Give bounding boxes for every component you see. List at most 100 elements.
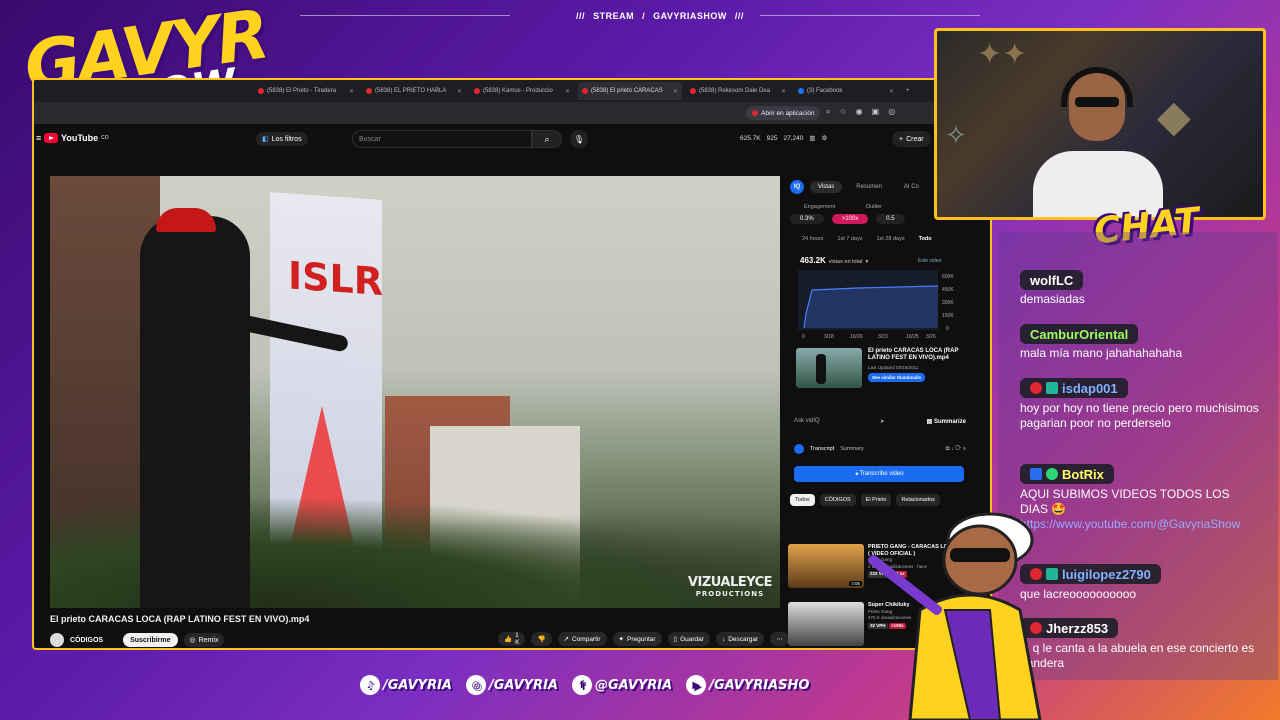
channel-name[interactable]: CÓDIGOS <box>70 637 103 644</box>
search-button[interactable]: ⌕ <box>532 130 562 148</box>
chart-icon[interactable]: ▥ <box>809 134 815 142</box>
social-instagram[interactable]: ◎/GAVYRIA <box>465 672 558 698</box>
channel-row: CÓDIGOS Suscribirme ◎ Remix 👍 1 K 👎 ↗ Compa… <box>50 632 789 648</box>
facebook-icon: f <box>571 675 592 695</box>
browser-tab[interactable]: (5838) El Prieto - Tiradera ✕ <box>254 82 358 100</box>
new-tab-button[interactable]: + <box>902 82 916 100</box>
search-input[interactable]: Buscar <box>352 130 532 148</box>
download-button[interactable]: ↓ Descargar <box>715 632 765 646</box>
youtube-favicon-icon <box>582 88 588 94</box>
share-icon: ↗ <box>563 636 569 643</box>
outlier-label: Outlier <box>865 204 882 210</box>
create-button[interactable]: + Crear <box>892 131 931 147</box>
thumbnail-card: El prieto CARACAS LOCA (RAP LATINO FEST … <box>796 348 966 392</box>
share-button[interactable]: ↗ Compartir <box>557 632 607 646</box>
y-tick: 450K <box>942 287 954 293</box>
tab-vistas[interactable]: Vistas <box>810 181 843 193</box>
settings-icon[interactable]: ⚙ <box>822 134 828 142</box>
chip-all[interactable]: Todos <box>790 494 815 506</box>
youtube-logo[interactable]: YouTube CO <box>44 133 109 143</box>
graffiti-wall: ✦✦ <box>977 37 1028 72</box>
y-tick: 150K <box>942 313 954 319</box>
chat-text: demasiadas <box>1020 292 1085 306</box>
transcript-tabs: Transcript Summary ⧉ ↓ ⟳ ≡ <box>794 442 966 456</box>
dislike-button[interactable]: 👎 <box>531 632 552 646</box>
thumbs-down-icon: 👎 <box>537 636 546 643</box>
save-button[interactable]: ▯ Guardar <box>667 632 710 646</box>
youtube-favicon-icon <box>258 88 264 94</box>
chat-message: isdap001 hoy por hoy no tiene precio per… <box>1020 378 1260 431</box>
x-tick: 3/23 <box>878 334 888 340</box>
browser-tab[interactable]: (3) Facebook ✕ <box>794 82 898 100</box>
tab-transcript[interactable]: Transcript <box>810 446 834 452</box>
browser-tab[interactable]: (5838) Rekesom Dale Dea ✕ <box>686 82 790 100</box>
extension-icon[interactable]: ◉ <box>856 107 863 117</box>
period-option-active[interactable]: Todo <box>919 236 932 242</box>
video-watermark: VIZUALEYCE PRODUCTIONS <box>687 575 773 598</box>
tab-ai-coach[interactable]: AI Co <box>896 181 927 193</box>
like-button[interactable]: 👍 1 K <box>498 632 526 646</box>
filters-button[interactable]: ◧ Los filtros <box>256 132 308 146</box>
transcribe-video-button[interactable]: ✦ Transcribe video <box>794 466 964 482</box>
social-youtube[interactable]: ▶/GAVYRIASHO <box>686 672 809 698</box>
open-in-app-button[interactable]: Abrir en aplicación <box>746 106 821 120</box>
bookmark-star-icon[interactable]: ☆ <box>839 107 846 117</box>
similar-thumbnails-button[interactable]: See similar thumbnails <box>868 373 926 382</box>
chat-message: CamburOriental mala mía mano jahahahahah… <box>1020 324 1260 361</box>
close-tab-icon[interactable]: ✕ <box>781 88 786 95</box>
x-tick: 3/26 <box>926 334 936 340</box>
extension-icon[interactable]: ▣ <box>872 107 880 117</box>
extra-value: 0.5 <box>876 214 905 224</box>
video-title: El prieto CARACAS LOCA (RAP LATINO FEST … <box>50 614 310 624</box>
youtube-favicon-icon <box>690 88 696 94</box>
close-tab-icon[interactable]: ✕ <box>673 88 678 95</box>
browser-tab[interactable]: (5838) Kamus - Produccio ✕ <box>470 82 574 100</box>
y-tick: 0 <box>946 326 949 332</box>
menu-icon[interactable]: ≡ <box>36 133 41 143</box>
period-option[interactable]: 1st 7 days <box>837 236 862 242</box>
views-total: 463.2K vistas en total ▾ <box>800 256 869 265</box>
views-area <box>804 286 938 328</box>
card-updated: Last Updated 03/16/2011 <box>868 365 919 370</box>
video-actions: 👍 1 K 👎 ↗ Compartir ✦ Preguntar ▯ Guardar ↓ D… <box>498 632 789 646</box>
period-option[interactable]: 1st 28 days <box>876 236 904 242</box>
close-tab-icon[interactable]: ✕ <box>889 88 894 95</box>
tab-resumen[interactable]: Resumen <box>848 181 890 193</box>
video-thumbnail[interactable] <box>796 348 862 388</box>
ask-button[interactable]: ✦ Preguntar <box>612 632 662 646</box>
ask-vidiq-input[interactable]: Ask vidIQ ➤ ▤ Summarize <box>794 414 966 428</box>
social-tiktok[interactable]: ♪/GAVYRIA <box>360 672 452 698</box>
bot-badge-icon <box>1030 468 1042 480</box>
browser-tab[interactable]: (5838) EL PRIETO HABLA ✕ <box>362 82 466 100</box>
channel-avatar[interactable] <box>50 633 64 647</box>
more-button[interactable]: ⋯ <box>770 632 789 646</box>
close-tab-icon[interactable]: ✕ <box>565 88 570 95</box>
period-option[interactable]: 24 hours <box>802 236 823 242</box>
close-tab-icon[interactable]: ✕ <box>457 88 462 95</box>
send-icon[interactable]: ➤ <box>880 418 885 425</box>
views-chart: 600K 450K 300K 150K 0 0 3/18 10/20 3/23 … <box>798 270 954 340</box>
download-icon: ↓ <box>721 635 726 643</box>
social-facebook[interactable]: f @GAVYRIA <box>571 672 672 698</box>
tiktok-icon: ♪ <box>360 675 380 695</box>
outlier-value: >100x <box>831 214 869 224</box>
x-tick: 3/18 <box>824 334 834 340</box>
webcam-feed: ✦✦ ◆ ✧ <box>934 28 1266 220</box>
close-tab-icon[interactable]: ✕ <box>349 88 354 95</box>
stream-label: /// STREAM / GAVYRIASHOW /// <box>576 11 744 21</box>
browser-window: (5838) El Prieto - Tiradera ✕ (5838) EL P… <box>32 78 992 650</box>
summarize-button[interactable]: ▤ Summarize <box>927 418 966 425</box>
extension-icon[interactable]: ◎ <box>888 107 895 117</box>
copy-icon[interactable]: ⧉ ↓ ⟳ ≡ <box>946 446 966 453</box>
subscribe-button[interactable]: Suscribirme <box>123 633 178 647</box>
remix-button[interactable]: ◎ Remix <box>183 633 225 647</box>
zoom-icon[interactable]: ⌕ <box>826 107 830 117</box>
mascot-illustration <box>868 512 1042 720</box>
engagement-label: Engagement <box>804 204 836 210</box>
voice-search-button[interactable]: 🎙 <box>570 130 588 148</box>
address-bar[interactable]: Abrir en aplicación ⌕ ☆ ◉ ▣ ◎ <box>34 102 990 124</box>
tab-summary[interactable]: Summary <box>840 446 864 452</box>
youtube-favicon-icon <box>366 88 372 94</box>
browser-tab-active[interactable]: (5838) El prieto CARACAS ✕ <box>578 82 682 100</box>
video-player[interactable]: ISLR VIZUALEYCE PRODUCTIONS <box>50 176 780 608</box>
